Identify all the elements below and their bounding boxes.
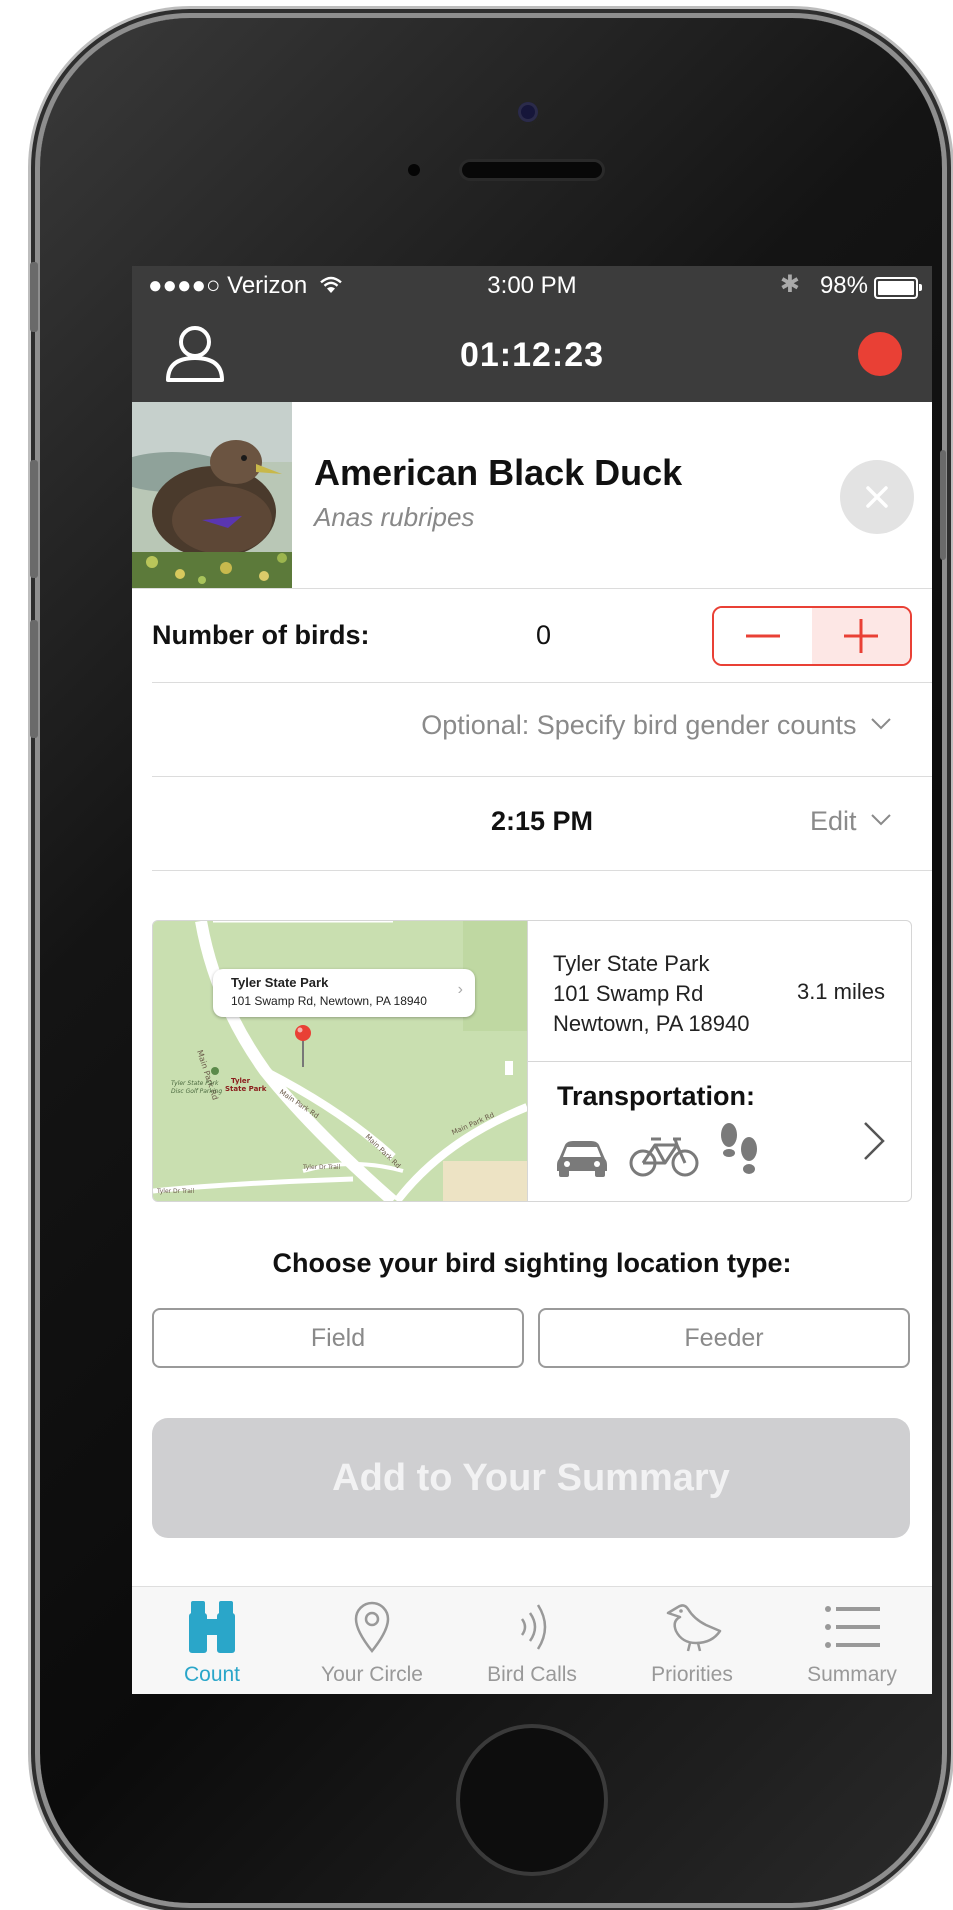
field-button[interactable]: Field [152, 1308, 524, 1368]
gender-count-toggle[interactable]: Optional: Specify bird gender counts [421, 710, 892, 741]
battery-icon [874, 277, 922, 299]
chevron-right-icon: › [457, 981, 463, 998]
car-icon[interactable] [555, 1135, 609, 1184]
edit-label: Edit [809, 806, 857, 836]
plus-icon [844, 619, 878, 653]
record-icon[interactable] [858, 332, 902, 376]
minus-icon [746, 634, 780, 638]
tab-bar: Count Your Circle Bird Calls Priorities … [132, 1586, 932, 1694]
close-button[interactable] [840, 460, 914, 534]
location-address: Tyler State Park 101 Swamp Rd Newtown, P… [553, 949, 750, 1039]
nav-bar: 01:12:23 [132, 306, 932, 402]
species-common-name: American Black Duck [314, 452, 683, 493]
sighting-time-row: 2:15 PM Edit [152, 776, 932, 871]
tab-summary[interactable]: Summary [772, 1587, 932, 1694]
chevron-right-icon[interactable] [861, 1119, 887, 1168]
tab-label: Summary [807, 1663, 897, 1686]
binoculars-icon [132, 1599, 292, 1660]
close-icon [866, 486, 888, 508]
location-map[interactable]: Main Park Rd Tyler State Park Tyler Stat… [153, 921, 528, 1201]
svg-text:State Park: State Park [225, 1085, 267, 1093]
phone-frame: ●●●●○ Verizon 3:00 PM ✱ 98% 01:12:23 Ame… [40, 18, 942, 1903]
app-screen: ●●●●○ Verizon 3:00 PM ✱ 98% 01:12:23 Ame… [132, 266, 932, 1694]
species-scientific-name: Anas rubripes [314, 502, 475, 532]
svg-text:Disc Golf Parking: Disc Golf Parking [171, 1088, 222, 1095]
svg-text:Tyler Dr Trail: Tyler Dr Trail [302, 1164, 341, 1171]
decrement-button[interactable] [714, 608, 814, 664]
location-city: Newtown, PA 18940 [553, 1011, 750, 1036]
chevron-down-icon [871, 814, 891, 826]
bird-count-row: Number of birds: 0 [152, 588, 932, 683]
tab-bird-calls[interactable]: Bird Calls [452, 1587, 612, 1694]
status-bar: ●●●●○ Verizon 3:00 PM ✱ 98% [132, 266, 932, 306]
battery-level [878, 281, 915, 295]
location-name: Tyler State Park [553, 951, 710, 976]
gender-count-text: Optional: Specify bird gender counts [421, 710, 857, 740]
tab-your-circle[interactable]: Your Circle [292, 1587, 452, 1694]
location-street: 101 Swamp Rd [553, 981, 704, 1006]
mute-switch[interactable] [30, 262, 38, 332]
front-camera [518, 102, 538, 122]
tab-label: Bird Calls [487, 1663, 577, 1686]
bird-count-label: Number of birds: [152, 620, 370, 650]
tab-label: Count [183, 1663, 241, 1686]
add-to-summary-button[interactable]: Add to Your Summary [152, 1418, 910, 1538]
home-button[interactable] [460, 1728, 604, 1872]
svg-text:Tyler: Tyler [231, 1077, 251, 1085]
bird-count-value: 0 [536, 620, 552, 650]
power-button[interactable] [940, 450, 946, 560]
status-time: 3:00 PM [487, 272, 577, 299]
bluetooth-icon: ✱ [779, 271, 800, 298]
tab-label: Priorities [651, 1663, 733, 1686]
location-type-prompt: Choose your bird sighting location type: [272, 1248, 792, 1278]
location-card: Main Park Rd Tyler State Park Tyler Stat… [152, 920, 912, 1202]
map-callout[interactable]: Tyler State Park 101 Swamp Rd, Newtown, … [213, 969, 475, 1017]
footprints-icon[interactable] [717, 1121, 761, 1186]
proximity-sensor [408, 164, 420, 176]
earpiece-speaker [462, 162, 602, 178]
list-icon [772, 1599, 932, 1660]
bird-icon [612, 1599, 772, 1660]
chevron-down-icon [871, 718, 891, 730]
increment-button[interactable] [812, 608, 910, 664]
session-timer: 01:12:23 [459, 336, 605, 374]
sound-waves-icon [452, 1599, 612, 1660]
tab-priorities[interactable]: Priorities [612, 1587, 772, 1694]
transportation-label: Transportation: [557, 1081, 756, 1111]
tab-label: Your Circle [321, 1663, 423, 1686]
bicycle-icon[interactable] [629, 1131, 699, 1184]
gender-count-row[interactable]: Optional: Specify bird gender counts [152, 682, 932, 777]
battery-percent: 98% [819, 272, 868, 299]
map-pin-icon [292, 1599, 452, 1660]
svg-text:Tyler State Park: Tyler State Park [171, 1080, 219, 1087]
divider [527, 1061, 911, 1062]
volume-up-button[interactable] [30, 460, 38, 578]
tab-count[interactable]: Count [132, 1587, 292, 1694]
svg-text:Tyler Dr Trail: Tyler Dr Trail [156, 1188, 195, 1195]
species-header: American Black Duck Anas rubripes [132, 402, 932, 589]
bird-photo [132, 402, 292, 588]
callout-address: 101 Swamp Rd, Newtown, PA 18940 [231, 994, 427, 1008]
location-distance: 3.1 miles [796, 979, 885, 1004]
callout-name: Tyler State Park [231, 975, 329, 990]
edit-time-button[interactable]: Edit [810, 806, 892, 837]
volume-down-button[interactable] [30, 620, 38, 738]
feeder-button[interactable]: Feeder [538, 1308, 910, 1368]
quantity-stepper [712, 606, 912, 666]
